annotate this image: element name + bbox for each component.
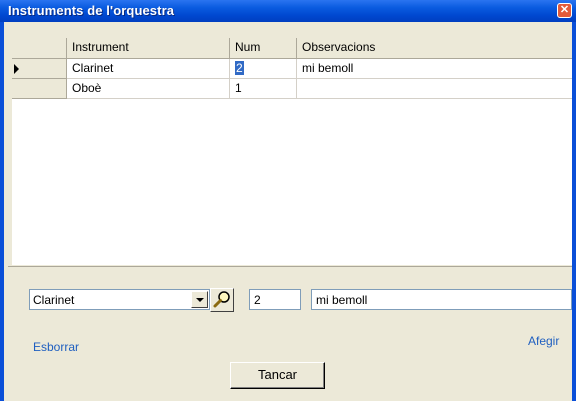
cell-num[interactable]: 1 <box>230 79 297 99</box>
cell-instrument[interactable]: Clarinet <box>67 59 230 79</box>
num-input[interactable]: 2 <box>249 289 301 310</box>
instrument-select-value: Clarinet <box>33 293 75 307</box>
grid-header: Instrument Num Observacions <box>12 38 572 59</box>
cell-observacions[interactable] <box>297 79 572 99</box>
dialog-window: Instruments de l'orquestra ✕ Instrument … <box>0 0 576 401</box>
cell-instrument[interactable]: Oboè <box>67 79 230 99</box>
chevron-down-icon <box>196 298 204 302</box>
title-bar[interactable]: Instruments de l'orquestra ✕ <box>0 0 576 22</box>
column-header-observacions[interactable]: Observacions <box>297 38 572 58</box>
column-header-num[interactable]: Num <box>230 38 297 58</box>
row-indicator[interactable] <box>12 59 67 79</box>
table-row[interactable]: Oboè 1 <box>12 79 572 99</box>
observacions-input[interactable]: mi bemoll <box>311 289 572 310</box>
column-header-instrument[interactable]: Instrument <box>67 38 230 58</box>
instruments-grid: Instrument Num Observacions Clarinet 2 m… <box>12 38 572 265</box>
cell-num[interactable]: 2 <box>230 59 297 79</box>
panel-divider <box>8 266 572 267</box>
row-indicator[interactable] <box>12 79 67 99</box>
esborrar-link[interactable]: Esborrar <box>33 340 79 354</box>
search-button[interactable] <box>210 288 234 312</box>
afegir-link[interactable]: Afegir <box>528 334 559 348</box>
tancar-button[interactable]: Tancar <box>230 362 325 389</box>
instrument-select[interactable]: Clarinet <box>29 289 210 310</box>
window-title: Instruments de l'orquestra <box>8 3 175 18</box>
cell-observacions[interactable]: mi bemoll <box>297 59 572 79</box>
table-row[interactable]: Clarinet 2 mi bemoll <box>12 59 572 79</box>
current-row-arrow-icon <box>14 64 19 74</box>
cell-num-selected-text: 2 <box>235 61 244 75</box>
header-indicator-cell <box>12 38 67 58</box>
dropdown-button[interactable] <box>191 291 208 308</box>
close-button[interactable]: ✕ <box>557 3 572 18</box>
magnifier-icon <box>213 291 230 308</box>
